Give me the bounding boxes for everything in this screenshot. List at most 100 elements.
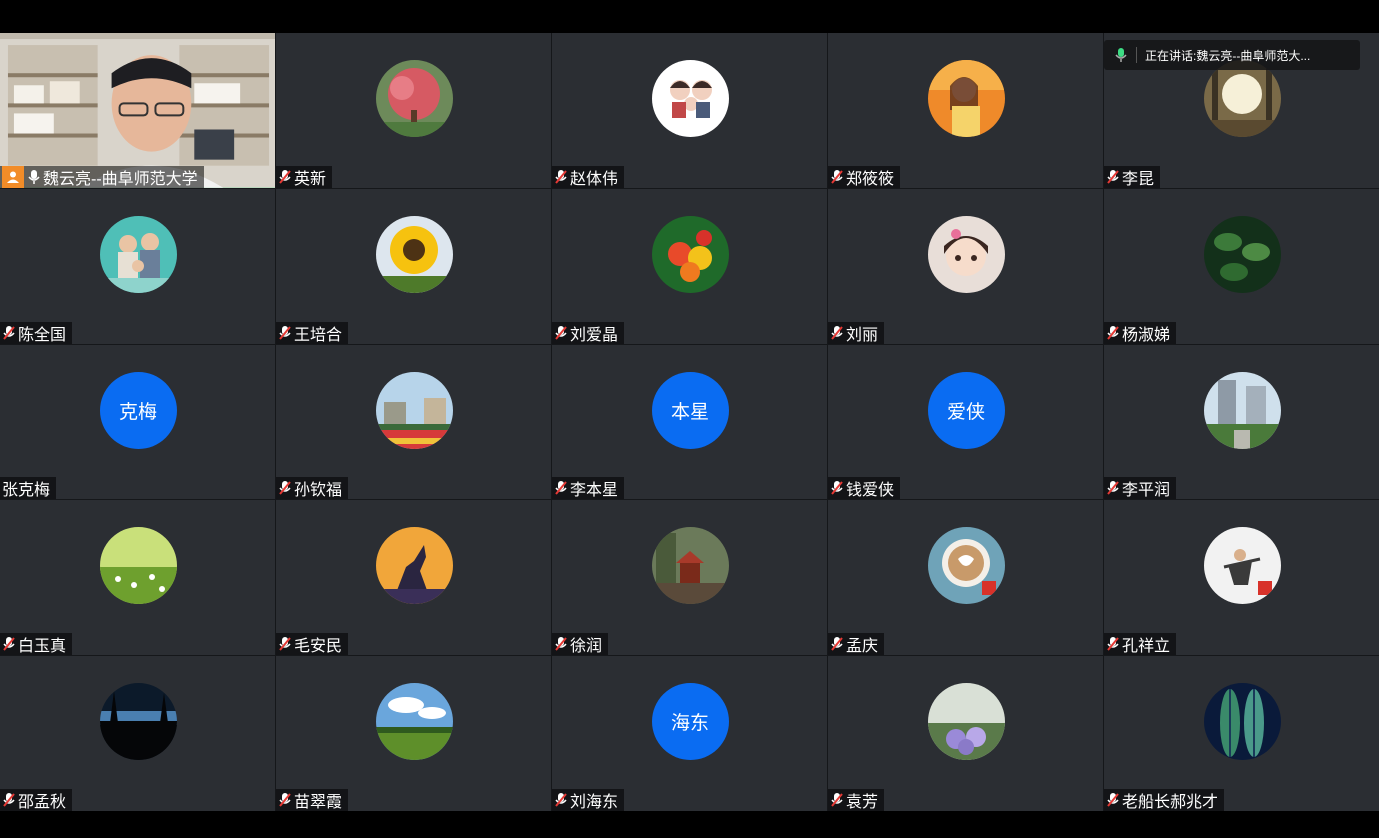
- participant-tile[interactable]: 王培合: [276, 188, 551, 344]
- participant-nameplate: 白玉真: [0, 633, 73, 656]
- participant-name: 刘爱晶: [570, 326, 619, 344]
- microphone-on-icon: [28, 169, 40, 184]
- participant-tile[interactable]: 赵体伟: [552, 33, 827, 188]
- participant-nameplate: 刘爱晶: [552, 321, 625, 344]
- hydrangea-photo-avatar: [927, 683, 1005, 761]
- participant-name: 孔祥立: [1122, 638, 1171, 656]
- participant-name: 老船长郝兆才: [1122, 794, 1219, 811]
- participant-tile[interactable]: 英新: [276, 33, 551, 188]
- participant-name: 孙钦福: [294, 482, 343, 500]
- microphone-muted-icon: [279, 169, 291, 184]
- participant-tile[interactable]: 海东 刘海东: [552, 656, 827, 811]
- participant-nameplate: 徐润: [552, 633, 609, 656]
- participant-name: 郑筱筱: [846, 170, 895, 188]
- participant-tile-host[interactable]: 魏云亮--曲阜师范大学: [0, 33, 275, 188]
- participant-nameplate: 杨淑娣: [1104, 321, 1177, 344]
- participant-nameplate: 李平润: [1104, 477, 1177, 500]
- participant-tile[interactable]: 孙钦福: [276, 344, 551, 500]
- initials-avatar: 爱侠: [927, 371, 1005, 449]
- howling-wolf-photo-avatar: [375, 527, 453, 605]
- participant-name: 刘丽: [846, 326, 879, 344]
- sunlit-park-photo-avatar: [1203, 60, 1281, 137]
- participant-tile[interactable]: 孟庆: [828, 500, 1103, 656]
- microphone-muted-icon: [1107, 481, 1119, 496]
- participant-tile[interactable]: 杨淑娣: [1104, 188, 1379, 344]
- participant-tile[interactable]: 苗翠霞: [276, 656, 551, 811]
- latte-art-photo-avatar: [927, 527, 1005, 605]
- microphone-muted-icon: [3, 793, 15, 807]
- participant-name: 赵体伟: [570, 170, 619, 188]
- participant-nameplate: 孙钦福: [276, 477, 349, 500]
- participant-grid: 魏云亮--曲阜师范大学 英新 赵体伟 郑筱筱 李昆 陈全国 王培合 刘爱晶 刘丽: [0, 33, 1379, 811]
- participant-nameplate: 孟庆: [828, 633, 885, 656]
- microphone-muted-icon: [279, 793, 291, 807]
- participant-tile[interactable]: 刘爱晶: [552, 188, 827, 344]
- participant-nameplate: 赵体伟: [552, 165, 625, 188]
- participant-tile[interactable]: 毛安民: [276, 500, 551, 656]
- microphone-muted-icon: [555, 793, 567, 807]
- participant-tile[interactable]: 袁芳: [828, 656, 1103, 811]
- microphone-muted-icon: [1107, 637, 1119, 651]
- initials-avatar: 克梅: [99, 371, 177, 449]
- cartoon-girl-photo-avatar: [927, 215, 1005, 293]
- participant-name: 刘海东: [570, 794, 619, 811]
- participant-tile[interactable]: 陈全国: [0, 188, 275, 344]
- participant-name: 孟庆: [846, 638, 879, 656]
- martial-arts-photo-avatar: [1203, 527, 1281, 605]
- microphone-muted-icon: [555, 325, 567, 340]
- microphone-muted-icon: [831, 637, 843, 651]
- participant-tile[interactable]: 克梅 张克梅: [0, 344, 275, 500]
- participant-tile[interactable]: 爱侠 钱爱侠: [828, 344, 1103, 500]
- bottom-bar: [0, 811, 1379, 838]
- participant-nameplate: 钱爱侠: [828, 477, 901, 500]
- green-feather-photo-avatar: [1203, 683, 1281, 761]
- participant-nameplate: 邵孟秋: [0, 789, 73, 811]
- top-bar: [0, 0, 1379, 33]
- microphone-muted-icon: [831, 325, 843, 340]
- microphone-muted-icon: [555, 637, 567, 651]
- participant-tile[interactable]: 邵孟秋: [0, 656, 275, 811]
- participant-nameplate: 陈全国: [0, 321, 73, 344]
- participant-nameplate: 刘丽: [828, 321, 885, 344]
- participant-name: 王培合: [294, 326, 343, 344]
- microphone-muted-icon: [3, 325, 15, 340]
- cartoon-family-photo-avatar: [651, 60, 729, 137]
- participant-nameplate: 王培合: [276, 321, 349, 344]
- campus-flowers-photo-avatar: [375, 371, 453, 449]
- participant-name: 张克梅: [2, 482, 51, 500]
- microphone-muted-icon: [1107, 793, 1119, 807]
- dusk-trees-photo-avatar: [99, 683, 177, 761]
- microphone-muted-icon: [555, 481, 567, 496]
- speaking-label: 正在讲话:: [1145, 48, 1197, 63]
- apartment-buildings-photo-avatar: [1203, 371, 1281, 449]
- participant-tile[interactable]: 老船长郝兆才: [1104, 656, 1379, 811]
- participant-tile[interactable]: 李平润: [1104, 344, 1379, 500]
- participant-nameplate: 李本星: [552, 477, 625, 500]
- speaking-name: 魏云亮--曲阜师范大...: [1196, 48, 1311, 63]
- participant-name: 邵孟秋: [18, 794, 67, 811]
- participant-tile[interactable]: 白玉真: [0, 500, 275, 656]
- initials-avatar: 本星: [651, 371, 729, 449]
- participant-tile[interactable]: 徐润: [552, 500, 827, 656]
- participant-name: 苗翠霞: [294, 794, 343, 811]
- participant-tile[interactable]: 刘丽: [828, 188, 1103, 344]
- active-speaker-indicator: 正在讲话: 魏云亮--曲阜师范大...: [1104, 40, 1360, 70]
- microphone-muted-icon: [831, 169, 843, 184]
- meadow-flowers-photo-avatar: [99, 527, 177, 605]
- participant-name: 毛安民: [294, 638, 343, 656]
- green-leaves-photo-avatar: [1203, 215, 1281, 293]
- participant-nameplate: 袁芳: [828, 789, 885, 811]
- participant-tile[interactable]: 本星 李本星: [552, 344, 827, 500]
- participant-name: 李昆: [1122, 170, 1155, 188]
- woman-portrait-photo-avatar: [927, 60, 1005, 137]
- participant-name: 陈全国: [18, 326, 67, 344]
- microphone-muted-icon: [1107, 169, 1119, 184]
- participant-name: 袁芳: [846, 794, 879, 811]
- green-field-photo-avatar: [375, 683, 453, 761]
- participant-nameplate: 英新: [276, 165, 333, 188]
- participant-tile[interactable]: 郑筱筱: [828, 33, 1103, 188]
- microphone-muted-icon: [831, 793, 843, 807]
- lantana-flowers-photo-avatar: [651, 215, 729, 293]
- participant-nameplate: 郑筱筱: [828, 165, 901, 188]
- participant-tile[interactable]: 孔祥立: [1104, 500, 1379, 656]
